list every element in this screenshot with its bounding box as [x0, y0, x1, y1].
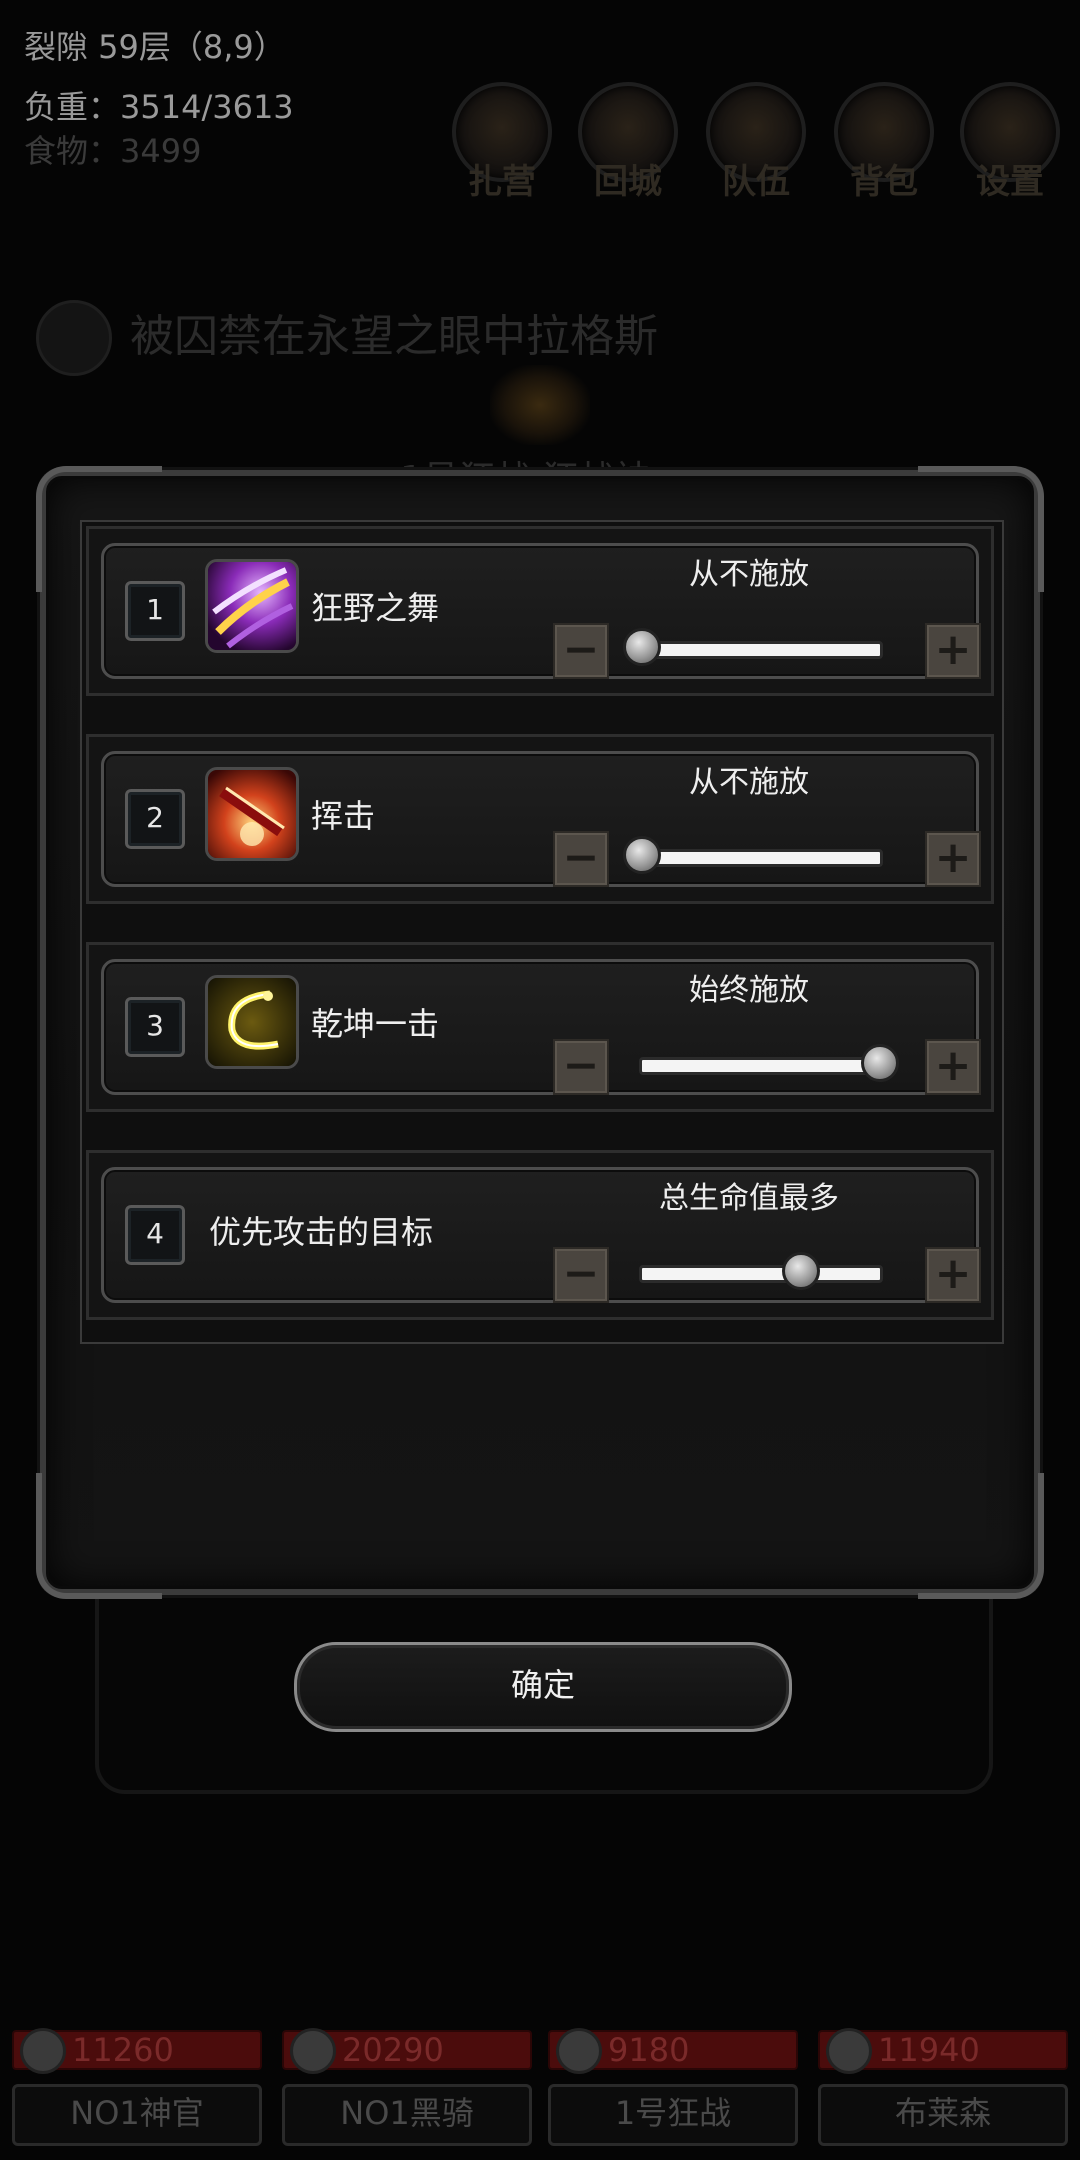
target-setting-label: 总生命值最多 — [659, 1181, 839, 1216]
hp-bar: 11260 — [12, 2028, 262, 2074]
row-index: 4 — [125, 1205, 185, 1265]
skill-row-3: 3 乾坤一击 始终施放 − + — [86, 942, 994, 1112]
skill-row-1: 1 狂野之舞 从不施放 − + — [86, 526, 994, 696]
wild-dance-skill-icon — [205, 559, 299, 653]
decrease-button[interactable]: − — [553, 1039, 609, 1095]
row-index: 1 — [125, 581, 185, 641]
hp-bar: 9180 — [548, 2028, 798, 2074]
food-label: 食物：3499 — [24, 132, 202, 170]
increase-button[interactable]: + — [925, 1039, 981, 1095]
settings-button[interactable]: 设置 — [960, 82, 1060, 203]
cast-setting-label: 从不施放 — [689, 765, 809, 800]
cast-setting-label: 始终施放 — [689, 973, 809, 1008]
hp-bar: 11940 — [818, 2028, 1068, 2074]
backpack-button[interactable]: 背包 — [834, 82, 934, 203]
party-member-4[interactable]: 11940 布莱森 — [818, 2028, 1068, 2146]
return-town-button[interactable]: 回城 — [578, 82, 678, 203]
skill-name: 挥击 — [311, 797, 376, 835]
frame-corner-ornament — [918, 1473, 1044, 1599]
weight-label: 负重：3514/3613 — [24, 88, 294, 126]
increase-button[interactable]: + — [925, 1247, 981, 1303]
return-town-label: 回城 — [594, 162, 662, 202]
qiankun-strike-skill-icon — [205, 975, 299, 1069]
slider-knob[interactable] — [861, 1044, 899, 1082]
row-index: 2 — [125, 789, 185, 849]
party-member-3[interactable]: 9180 1号狂战 — [548, 2028, 798, 2146]
target-slider[interactable] — [639, 1252, 883, 1290]
hp-value: 11260 — [72, 2031, 174, 2069]
camp-button[interactable]: 扎营 — [452, 82, 552, 203]
member-name: 布莱森 — [818, 2084, 1068, 2146]
skill-name: 乾坤一击 — [311, 1005, 440, 1043]
decrease-button[interactable]: − — [553, 623, 609, 679]
class-icon — [826, 2028, 872, 2074]
slider-knob[interactable] — [623, 628, 661, 666]
target-priority-row: 4 优先攻击的目标 总生命值最多 − + — [86, 1150, 994, 1320]
hp-value: 9180 — [608, 2031, 690, 2069]
member-name: NO1神官 — [12, 2084, 262, 2146]
cast-slider[interactable] — [623, 836, 883, 874]
team-label: 队伍 — [722, 162, 790, 202]
class-icon — [20, 2028, 66, 2074]
cast-slider[interactable] — [623, 628, 883, 666]
location-label: 裂隙 59层（8,9） — [24, 28, 286, 66]
skill-row-2: 2 挥击 从不施放 − + — [86, 734, 994, 904]
settings-label: 设置 — [976, 162, 1044, 202]
member-name: 1号狂战 — [548, 2084, 798, 2146]
team-button[interactable]: 队伍 — [706, 82, 806, 203]
camp-label: 扎营 — [468, 162, 536, 202]
skill-name: 狂野之舞 — [311, 589, 440, 627]
hp-value: 11940 — [878, 2031, 980, 2069]
increase-button[interactable]: + — [925, 831, 981, 887]
increase-button[interactable]: + — [925, 623, 981, 679]
slider-knob[interactable] — [623, 836, 661, 874]
emblem-icon — [490, 365, 590, 445]
row-index: 3 — [125, 997, 185, 1057]
frame-corner-ornament — [36, 1473, 162, 1599]
backpack-label: 背包 — [850, 162, 918, 202]
hp-bar: 20290 — [282, 2028, 532, 2074]
class-icon — [556, 2028, 602, 2074]
decrease-button[interactable]: − — [553, 1247, 609, 1303]
party-member-2[interactable]: 20290 NO1黑骑 — [282, 2028, 532, 2146]
class-icon — [290, 2028, 336, 2074]
cast-setting-label: 从不施放 — [689, 557, 809, 592]
hp-value: 20290 — [342, 2031, 444, 2069]
target-priority-label: 优先攻击的目标 — [209, 1213, 434, 1251]
party-member-1[interactable]: 11260 NO1神官 — [12, 2028, 262, 2146]
decrease-button[interactable]: − — [553, 831, 609, 887]
cast-slider[interactable] — [639, 1044, 899, 1082]
confirm-button[interactable]: 确定 — [294, 1642, 792, 1732]
member-name: NO1黑骑 — [282, 2084, 532, 2146]
swing-strike-skill-icon — [205, 767, 299, 861]
